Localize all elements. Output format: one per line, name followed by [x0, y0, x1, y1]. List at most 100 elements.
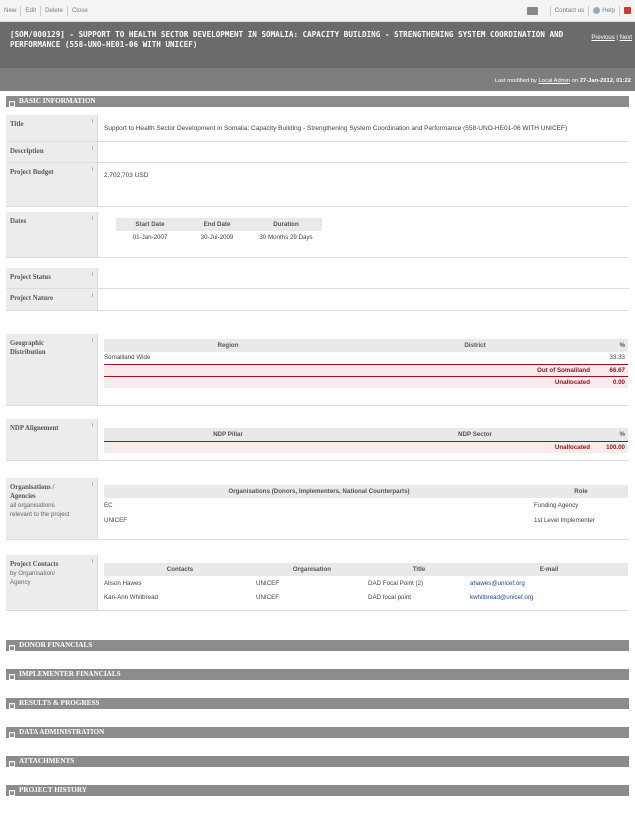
expand-icon[interactable]: +: [9, 789, 15, 796]
info-icon[interactable]: i: [92, 337, 93, 346]
section-title: BASIC INFORMATION: [19, 97, 96, 105]
info-icon[interactable]: i: [92, 215, 93, 224]
expand-icon[interactable]: +: [9, 673, 15, 680]
ndp-row: NDP Alignement i NDP Pillar NDP Sector % …: [6, 419, 629, 461]
contacts-header: E-mail: [470, 563, 628, 576]
contacts-header: Title: [368, 563, 470, 576]
org-name: EC: [104, 502, 113, 509]
contacts-header: Organisation: [256, 563, 368, 576]
info-icon[interactable]: i: [92, 166, 93, 175]
toolbar: New Edit Delete Close Contact us Help: [0, 0, 635, 22]
dates-label: Dates i: [6, 212, 98, 257]
dates-row: Dates i Start Date End Date Duration 01-J…: [6, 212, 629, 258]
new-button[interactable]: New: [4, 7, 16, 14]
start-date: 01-Jan-2007: [132, 233, 168, 241]
dates-header: Start Date: [116, 218, 184, 231]
contact-title: DAD focal point: [368, 593, 411, 601]
previous-link[interactable]: Previous: [591, 35, 614, 41]
last-modified-user-link[interactable]: Local Admin: [538, 78, 570, 84]
dates-table: Start Date End Date Duration 01-Jan-2007…: [116, 218, 322, 243]
page-header: [SOM/000129] - SUPPORT TO HEALTH SECTOR …: [0, 22, 635, 68]
section-implementer-financials[interactable]: + IMPLEMENTER FINANCIALS: [6, 669, 629, 680]
description-row: Description i: [6, 142, 629, 163]
edit-button[interactable]: Edit: [25, 7, 36, 14]
help-link[interactable]: Help: [602, 7, 615, 14]
section-title: IMPLEMENTER FINANCIALS: [19, 670, 121, 678]
org-name: UNICEF: [104, 517, 128, 524]
section-title: DATA ADMINISTRATION: [19, 728, 105, 736]
organisations-row: Organisations / Agencies all organisations…: [6, 478, 629, 540]
section-results-progress[interactable]: + RESULTS & PROGRESS: [6, 698, 629, 709]
info-icon[interactable]: i: [92, 292, 93, 301]
info-icon[interactable]: i: [92, 118, 93, 127]
section-title: ATTACHMENTS: [19, 757, 75, 765]
org-header-organisations: Organisations (Donors, Implementers, Nat…: [104, 485, 534, 498]
contact-email-link[interactable]: kwhitbread@unicef.org: [470, 590, 628, 604]
geo-percent: 33.33: [609, 354, 625, 362]
print-icon[interactable]: [526, 6, 538, 15]
section-title: RESULTS & PROGRESS: [19, 699, 100, 707]
close-icon[interactable]: [624, 7, 631, 14]
record-nav: Previous | Next: [591, 35, 632, 41]
section-donor-financials[interactable]: + DONOR FINANCIALS: [6, 640, 629, 651]
ndp-table-wrap: NDP Pillar NDP Sector % Unallocated 100.…: [104, 428, 628, 453]
geo-header-district: District: [352, 339, 598, 352]
collapse-icon[interactable]: −: [9, 100, 15, 107]
info-icon[interactable]: i: [92, 145, 93, 154]
expand-icon[interactable]: +: [9, 731, 15, 738]
info-icon[interactable]: i: [92, 558, 93, 567]
dates-table-wrap: Start Date End Date Duration 01-Jan-2007…: [116, 218, 629, 243]
contact-us-link[interactable]: Contact us: [555, 7, 585, 14]
info-icon[interactable]: i: [92, 481, 93, 490]
ndp-header-pillar: NDP Pillar: [104, 428, 352, 441]
divider: [588, 5, 590, 16]
section-project-history[interactable]: + PROJECT HISTORY: [6, 785, 629, 796]
help-icon[interactable]: [593, 7, 601, 14]
delete-button[interactable]: Delete: [45, 7, 63, 14]
section-basic-information[interactable]: − BASIC INFORMATION: [6, 96, 629, 107]
contact-email-link[interactable]: ahawes@unicef.org: [470, 576, 628, 590]
dates-header: End Date: [184, 218, 250, 231]
contacts-header: Contacts: [104, 563, 256, 576]
budget-row: Project Budget i 2,702,703 USD: [6, 163, 629, 207]
section-title: DONOR FINANCIALS: [19, 641, 93, 649]
section-attachments[interactable]: + ATTACHMENTS: [6, 756, 629, 767]
close-button[interactable]: Close: [72, 7, 88, 14]
ndp-label: NDP Alignement i: [6, 419, 98, 460]
divider: [619, 5, 620, 16]
contact-name: Alison Hawes: [104, 579, 142, 587]
expand-icon[interactable]: +: [9, 702, 15, 709]
title-label: Title i: [6, 115, 98, 141]
next-link[interactable]: Next: [620, 35, 632, 41]
geo-table-wrap: Region District % Somaliland Wide 33.33 …: [104, 339, 628, 388]
organisations-label: Organisations / Agencies all organisations…: [6, 478, 98, 539]
org-table: Organisations (Donors, Implementers, Nat…: [104, 485, 628, 528]
contacts-row: Project Contacts by Organisation/Agency i …: [6, 555, 629, 611]
contact-name: Kari-Ann Whitbread: [104, 593, 158, 601]
geographic-row: Geographic Distribution i Region District …: [6, 334, 629, 406]
toolbar-right: Contact us Help: [526, 5, 631, 16]
geographic-label: Geographic Distribution i: [6, 334, 98, 405]
geo-district: [352, 352, 598, 364]
contacts-label: Project Contacts by Organisation/Agency i: [6, 555, 98, 610]
last-modified-prefix: Last modified by: [494, 78, 537, 84]
org-header-role: Role: [534, 485, 628, 498]
org-role: Funding Agency: [534, 502, 579, 509]
org-table-wrap: Organisations (Donors, Implementers, Nat…: [104, 485, 628, 528]
project-status-row: Project Status i: [6, 268, 629, 289]
geo-region: Somaliland Wide: [104, 354, 151, 362]
geo-unallocated-value: 0.00: [598, 375, 628, 388]
contact-title: DAD Focal Point (2): [368, 579, 424, 587]
last-modified-date: 27-Jan-2012, 01:22: [579, 78, 631, 84]
contact-organisation: UNICEF: [256, 579, 280, 587]
geo-header-percent: %: [598, 339, 628, 352]
section-data-administration[interactable]: + DATA ADMINISTRATION: [6, 727, 629, 738]
info-icon[interactable]: i: [92, 422, 93, 431]
description-label: Description i: [6, 142, 98, 162]
expand-icon[interactable]: +: [9, 760, 15, 767]
info-icon[interactable]: i: [92, 271, 93, 280]
budget-value: 2,702,703 USD: [104, 172, 149, 179]
expand-icon[interactable]: +: [9, 644, 15, 651]
ndp-header-percent: %: [598, 428, 628, 441]
title-row: Title i Support to Health Sector Developm…: [6, 115, 629, 142]
